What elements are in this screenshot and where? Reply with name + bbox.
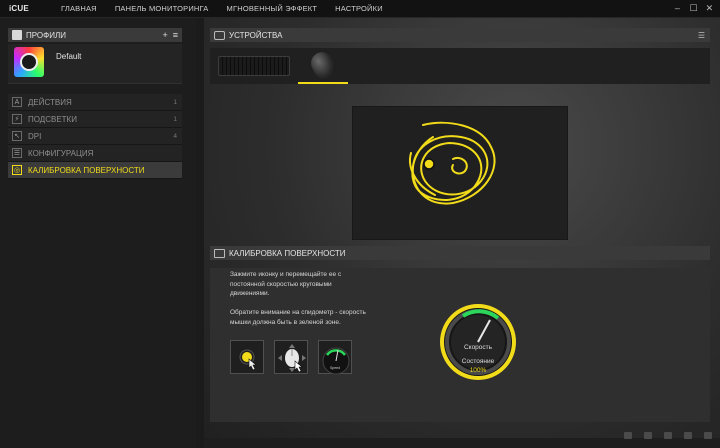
devices-menu-icon[interactable]: ☰ <box>698 31 705 40</box>
menu-item-count: 1 <box>173 98 177 106</box>
device-mouse[interactable] <box>298 48 348 84</box>
corsair-icon[interactable] <box>704 432 712 439</box>
menu-item-label: DPI <box>28 131 42 141</box>
main-content: УСТРОЙСТВА ☰ КАЛИБРОВКА ПОВЕРХНОСТИ Зажм… <box>204 18 720 448</box>
devices-title: УСТРОЙСТВА <box>229 30 283 40</box>
calibration-canvas[interactable] <box>352 106 568 240</box>
tile-move-mouse <box>274 340 308 374</box>
profile-avatar-icon <box>14 47 44 77</box>
menu-item-label: КОНФИГУРАЦИЯ <box>28 148 94 158</box>
instruction-text-1: Зажмите иконку и перемещайте ее с постоя… <box>230 271 342 297</box>
tile-speed-gauge: Speed <box>318 340 352 375</box>
menu-item-count: 1 <box>173 115 177 123</box>
keyboard-icon <box>218 56 290 76</box>
profile-menu-button[interactable]: ≡ <box>173 30 178 40</box>
calibration-scribble <box>409 121 496 205</box>
app-logo: iCUE <box>9 4 29 13</box>
close-button[interactable]: ✕ <box>705 3 714 13</box>
menu-item-configuration[interactable]: ☰ КОНФИГУРАЦИЯ <box>8 145 182 162</box>
profiles-header: ПРОФИЛИ + ≡ <box>8 28 182 42</box>
keyboard-small-icon <box>214 30 225 40</box>
menu-item-label: КАЛИБРОВКА ПОВЕРХНОСТИ <box>28 165 145 175</box>
menu-item-count: 4 <box>173 132 177 140</box>
share-icon[interactable] <box>624 432 632 439</box>
nav-home[interactable]: ГЛАВНАЯ <box>53 4 106 13</box>
profile-menu: A ДЕЙСТВИЯ 1 ⚡ ПОДСВЕТКИ 1 ↖ DPI 4 ☰ КОН… <box>8 94 182 179</box>
profiles-icon <box>12 30 22 40</box>
menu-item-surface-calibration[interactable]: ◎ КАЛИБРОВКА ПОВЕРХНОСТИ <box>8 162 182 179</box>
status-label: Состояние <box>461 358 495 365</box>
speedometer: Скорость Состояние 100% <box>438 302 518 382</box>
profiles-title: ПРОФИЛИ <box>26 30 66 40</box>
device-strip <box>210 48 710 84</box>
maximize-button[interactable]: ☐ <box>689 3 698 13</box>
menu-item-label: ПОДСВЕТКИ <box>28 114 77 124</box>
calibration-panel: Зажмите иконку и перемещайте ее с постоя… <box>210 268 710 422</box>
speed-label: Скорость <box>463 344 493 351</box>
menu-item-actions[interactable]: A ДЕЙСТВИЯ 1 <box>8 94 182 111</box>
tile-hold-icon <box>230 340 264 374</box>
instruction-text-2: Обратите внимание на спидометр - скорост… <box>230 309 366 326</box>
bottom-bar <box>204 438 720 448</box>
menu-item-lighting[interactable]: ⚡ ПОДСВЕТКИ 1 <box>8 111 182 128</box>
mouse-icon <box>307 48 339 82</box>
list-icon: ☰ <box>12 148 22 158</box>
nav-instant-lighting[interactable]: МГНОВЕННЫЙ ЭФФЕКТ <box>218 4 327 13</box>
left-panel: ПРОФИЛИ + ≡ Default A ДЕЙСТВИЯ 1 ⚡ ПОДСВ… <box>0 18 196 448</box>
edit-icon <box>214 248 225 258</box>
target-icon: ◎ <box>12 165 22 175</box>
move-mouse-icon <box>278 344 306 373</box>
profile-name: Default <box>56 52 82 61</box>
hold-target-icon <box>239 349 257 371</box>
nav-settings[interactable]: НАСТРОЙКИ <box>326 4 392 13</box>
add-profile-button[interactable]: + <box>162 30 167 40</box>
cursor-icon: ↖ <box>12 131 22 141</box>
nav-dashboard[interactable]: ПАНЕЛЬ МОНИТОРИНГА <box>106 4 218 13</box>
profile-item-default[interactable]: Default <box>8 44 182 84</box>
twitter-icon[interactable] <box>664 432 672 439</box>
facebook-icon[interactable] <box>684 432 692 439</box>
chat-icon[interactable] <box>644 432 652 439</box>
device-keyboard[interactable] <box>214 50 294 84</box>
social-links <box>624 432 712 439</box>
calibration-header: КАЛИБРОВКА ПОВЕРХНОСТИ <box>210 246 710 260</box>
actions-icon: A <box>12 97 22 107</box>
devices-header: УСТРОЙСТВА ☰ <box>210 28 710 42</box>
calibration-title: КАЛИБРОВКА ПОВЕРХНОСТИ <box>229 248 346 258</box>
tile-speed-label: Speed <box>329 366 341 370</box>
menu-item-label: ДЕЙСТВИЯ <box>28 97 72 107</box>
status-value: 100% <box>469 367 487 374</box>
minimize-button[interactable]: – <box>673 3 682 13</box>
lightning-icon: ⚡ <box>12 114 22 124</box>
menu-item-dpi[interactable]: ↖ DPI 4 <box>8 128 182 145</box>
top-navigation-bar: iCUE ГЛАВНАЯ ПАНЕЛЬ МОНИТОРИНГА МГНОВЕНН… <box>0 0 720 18</box>
